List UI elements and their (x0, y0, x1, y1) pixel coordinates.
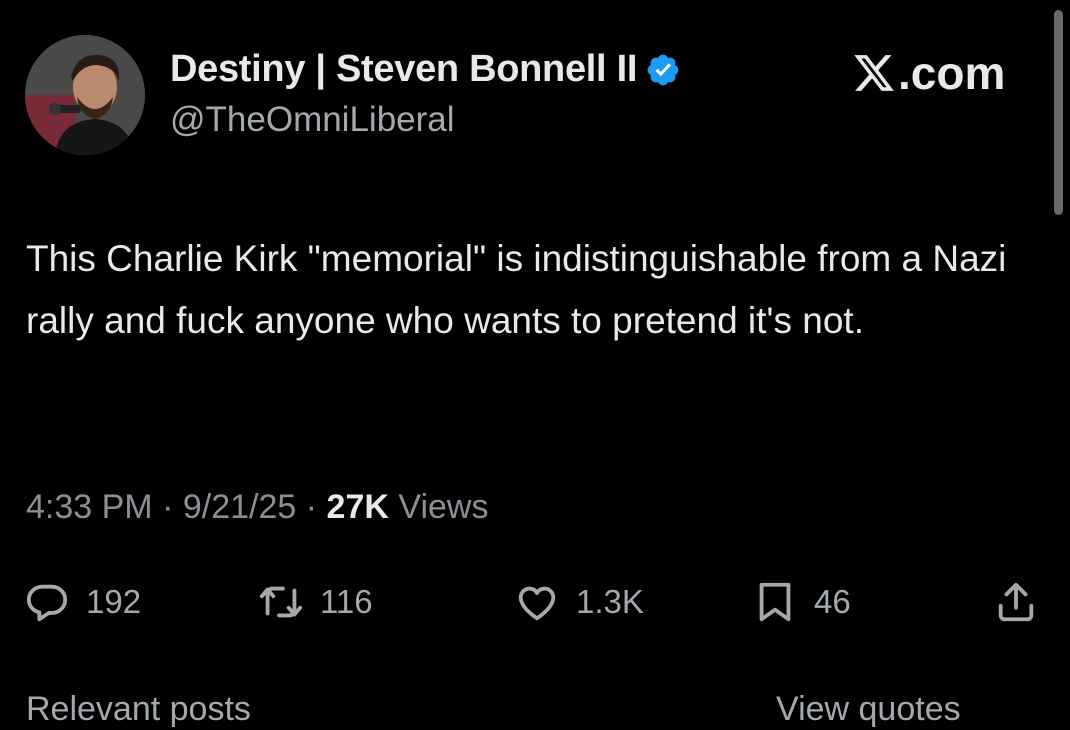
repost-button[interactable]: 116 (258, 574, 373, 630)
author-display-name[interactable]: Destiny | Steven Bonnell II (170, 48, 637, 91)
like-count: 1.3K (576, 583, 644, 620)
scrollbar[interactable] (1054, 10, 1063, 215)
reply-count: 192 (86, 583, 142, 620)
footer-row: Relevant posts View quotes (0, 690, 1070, 730)
reply-icon (26, 584, 68, 622)
share-icon (998, 582, 1034, 622)
reply-button[interactable]: 192 (24, 574, 141, 630)
tweet-meta: 4:33 PM · 9/21/25 · 27K Views (26, 488, 488, 527)
author-handle[interactable]: @TheOmniLiberal (170, 100, 455, 140)
bookmark-count: 46 (814, 583, 851, 620)
repost-count: 116 (320, 583, 373, 620)
author-display-name-row[interactable]: Destiny | Steven Bonnell II (170, 48, 681, 91)
brand-label: .com (898, 47, 1006, 99)
tweet-text: This Charlie Kirk "memorial" is indistin… (26, 238, 1007, 341)
bookmark-icon (759, 582, 791, 622)
action-bar: 192 116 1.3K 46 (0, 574, 1070, 630)
tweet-date[interactable]: 9/21/25 (183, 488, 296, 526)
heart-icon (518, 586, 556, 621)
views-count: 27K (326, 488, 389, 526)
bookmark-button[interactable]: 46 (752, 574, 851, 630)
avatar[interactable] (25, 35, 145, 155)
like-button[interactable]: 1.3K (514, 574, 644, 630)
relevant-posts-link[interactable]: Relevant posts (26, 690, 251, 729)
meta-separator: · (162, 488, 174, 526)
verified-badge-icon (647, 54, 679, 85)
tweet-time[interactable]: 4:33 PM (26, 488, 153, 526)
share-button[interactable] (993, 574, 1039, 630)
avatar-photo (25, 35, 145, 155)
brand-watermark: .com (852, 46, 1005, 100)
repost-icon (259, 586, 303, 618)
x-logo-icon (854, 55, 894, 91)
views-label: Views (398, 488, 489, 526)
meta-separator: · (305, 488, 318, 526)
view-quotes-link[interactable]: View quotes (776, 690, 961, 729)
